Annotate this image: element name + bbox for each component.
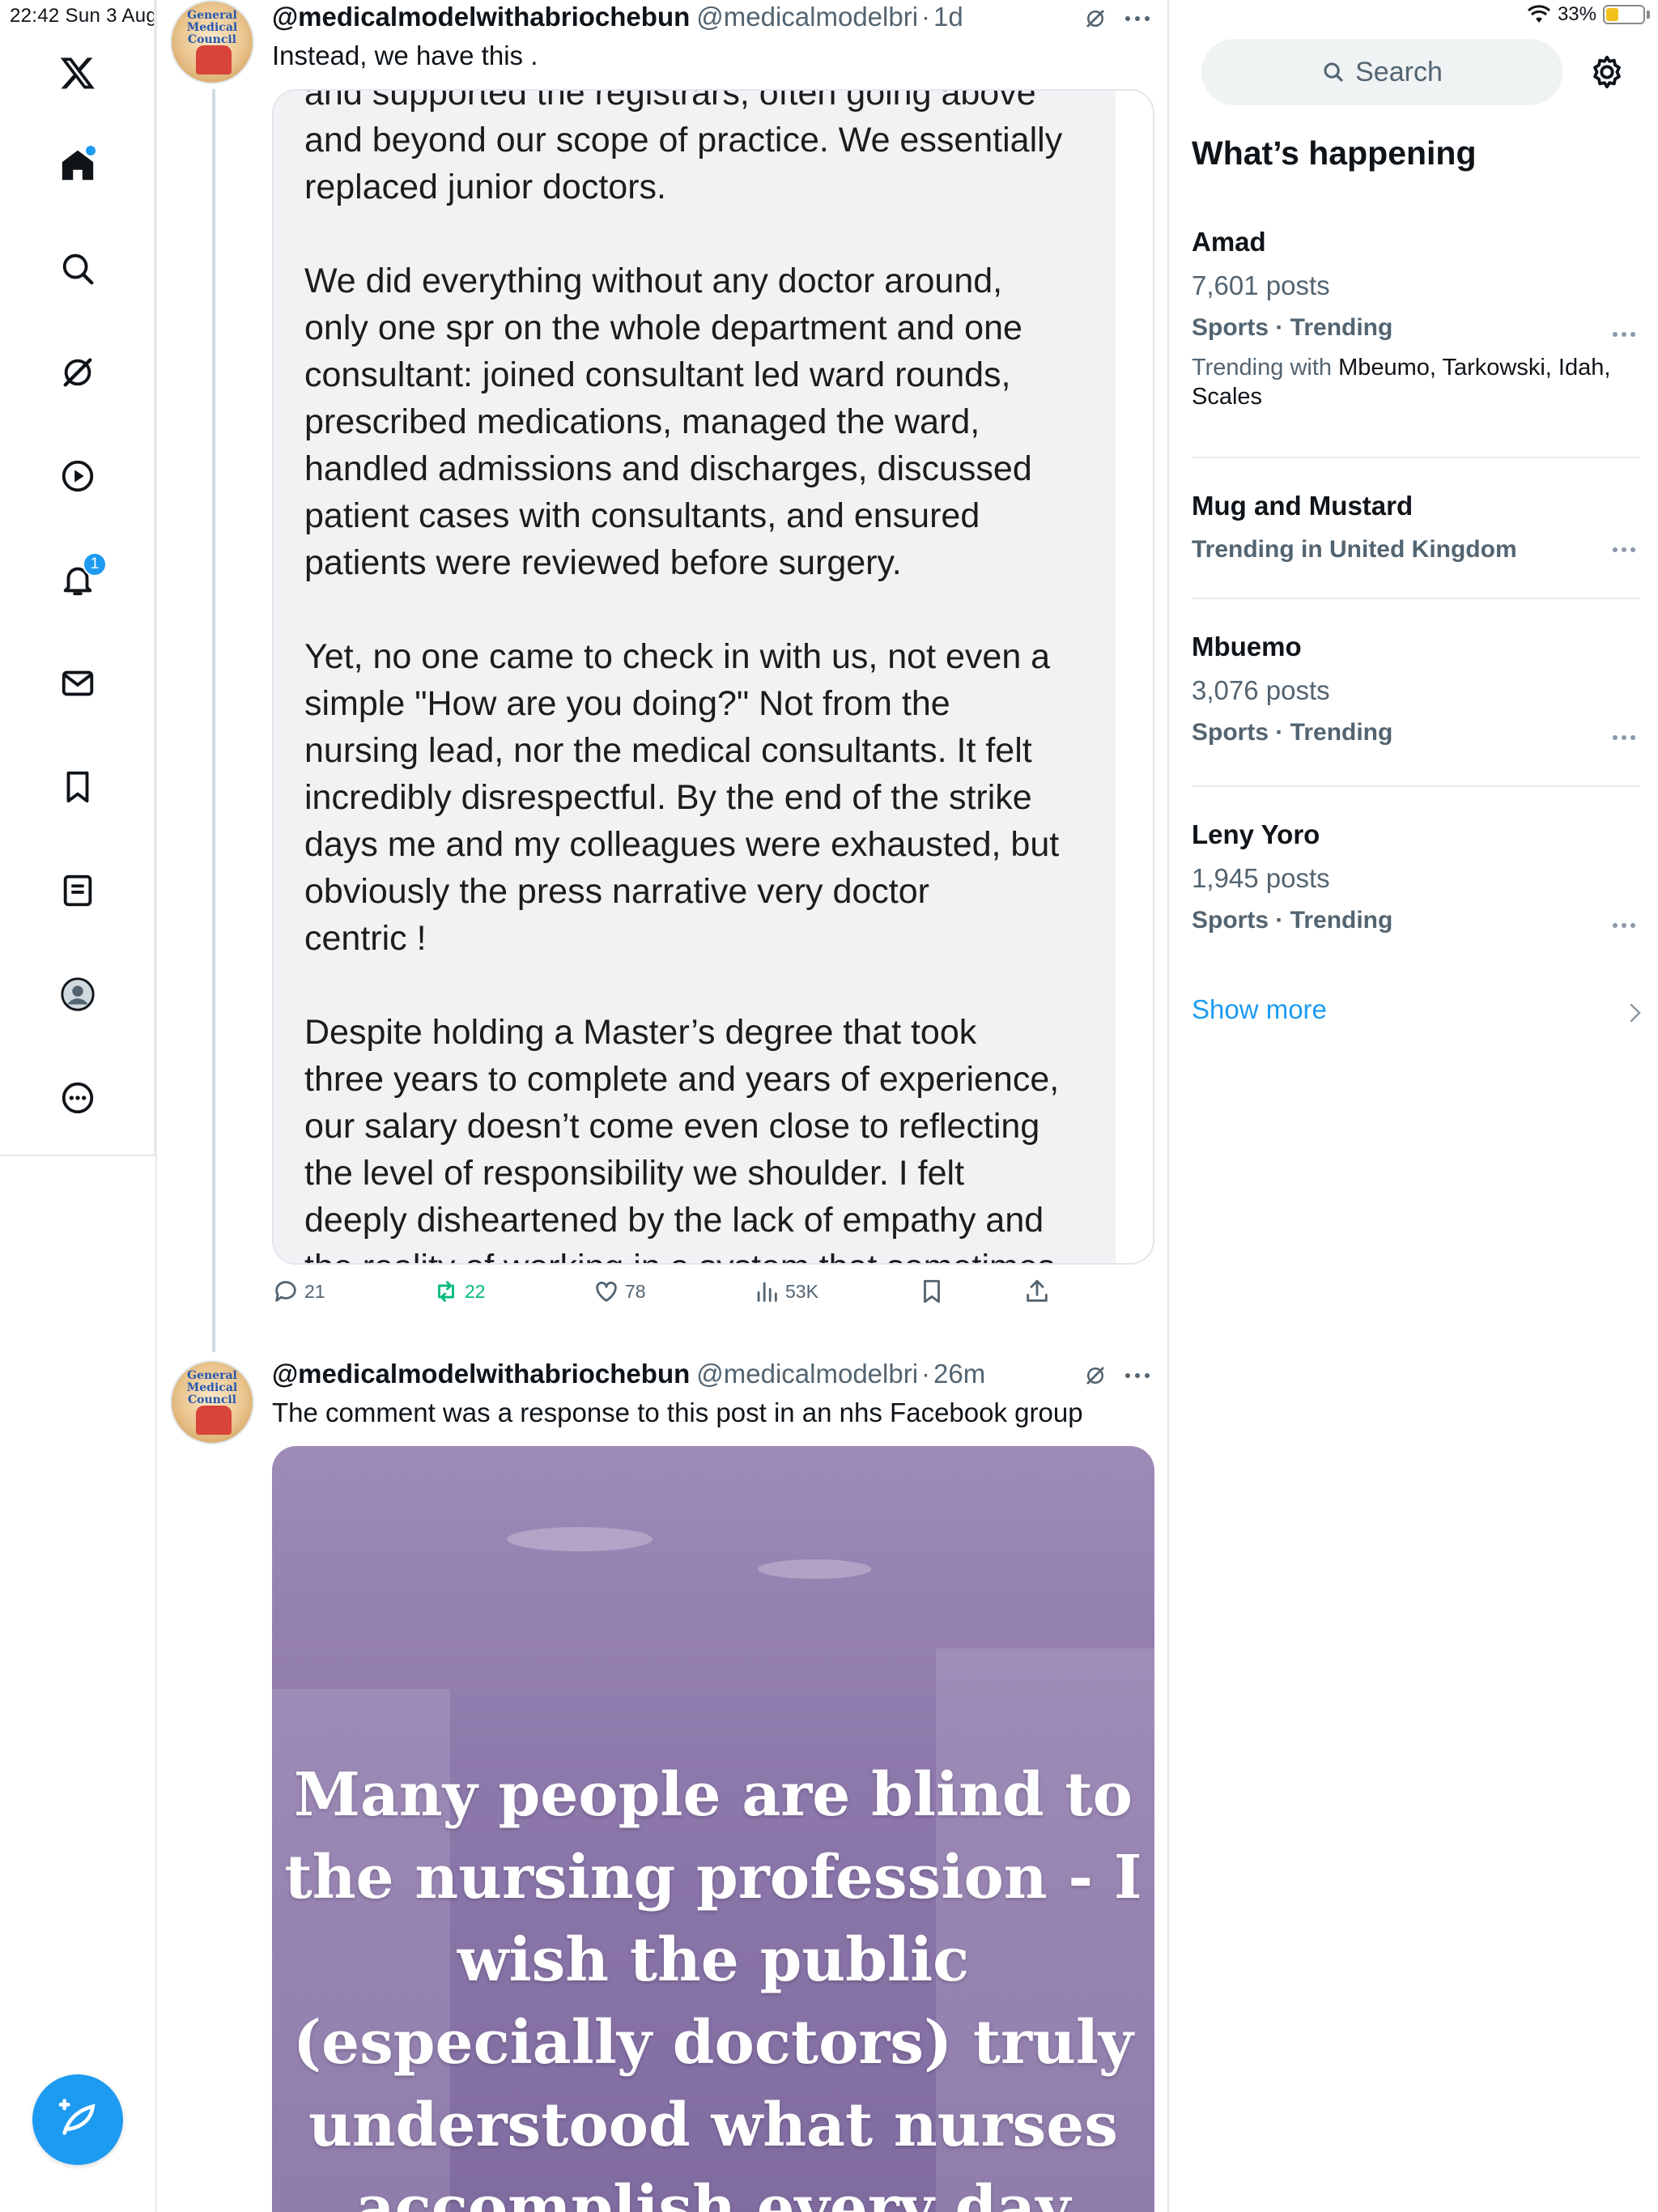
trend-meta: Sports · Trending bbox=[1192, 907, 1393, 934]
grok-icon[interactable] bbox=[1083, 1363, 1107, 1388]
trend-meta: Trending in United Kingdom bbox=[1192, 536, 1517, 563]
timeline-feed: General Medical Council @medicalmodelwit… bbox=[157, 0, 1169, 2212]
trending-with: Trending with Mbeumo, Tarkowski, Idah, S… bbox=[1192, 355, 1611, 410]
lists-icon[interactable] bbox=[53, 866, 102, 915]
like-button[interactable]: 78 bbox=[593, 1278, 646, 1305]
views-chart-icon bbox=[757, 1282, 777, 1302]
trend-name: Mug and Mustard bbox=[1192, 491, 1414, 521]
tweet-top-actions bbox=[1083, 1363, 1151, 1388]
left-nav: 1 bbox=[0, 0, 155, 1156]
bookmarks-icon[interactable] bbox=[53, 763, 102, 811]
tweet-image-text: and supported the registrars, often goin… bbox=[304, 89, 1063, 1263]
more-options-icon[interactable] bbox=[1124, 15, 1151, 23]
reply-count: 21 bbox=[304, 1280, 325, 1302]
notification-badge: 1 bbox=[83, 552, 107, 576]
tweet-header: @medicalmodelwithabriochebun @medicalmod… bbox=[272, 1359, 986, 1389]
more-circle-icon[interactable] bbox=[53, 1074, 102, 1122]
avatar-label: General Medical Council bbox=[186, 1369, 238, 1406]
x-logo-icon[interactable] bbox=[53, 49, 102, 97]
views-count: 53K bbox=[785, 1280, 818, 1302]
trend-item[interactable]: Amad 7,601 posts Sports · Trending Trend… bbox=[1192, 227, 1645, 411]
like-count: 78 bbox=[625, 1280, 646, 1302]
image-quote-text: Many people are blind to the nursing pro… bbox=[284, 1760, 1142, 2212]
trend-more-icon[interactable] bbox=[1613, 735, 1639, 743]
tweet-text: The comment was a response to this post … bbox=[272, 1397, 1083, 1427]
trend-item[interactable]: Mbuemo 3,076 posts Sports · Trending bbox=[1192, 632, 1645, 747]
search-input[interactable]: Search bbox=[1201, 39, 1562, 105]
trend-item[interactable]: Leny Yoro 1,945 posts Sports · Trending bbox=[1192, 819, 1645, 934]
profile-avatar-icon[interactable] bbox=[53, 970, 102, 1019]
trend-posts: 1,945 posts bbox=[1192, 863, 1330, 893]
tweet-actions: 21 22 78 53K bbox=[272, 1278, 1138, 1313]
repost-icon bbox=[438, 1281, 454, 1302]
author-handle[interactable]: @medicalmodelbri bbox=[696, 1359, 918, 1389]
right-sidebar: Search What’s happening Amad 7,601 posts… bbox=[1171, 0, 1658, 2212]
home-unread-dot bbox=[86, 146, 96, 155]
video-play-icon[interactable] bbox=[53, 452, 102, 500]
more-options-icon[interactable] bbox=[1124, 1372, 1151, 1380]
search-icon bbox=[1324, 62, 1343, 82]
repost-button[interactable]: 22 bbox=[432, 1278, 486, 1305]
author-name[interactable]: @medicalmodelwithabriochebun bbox=[272, 1359, 690, 1389]
author-avatar[interactable]: General Medical Council bbox=[170, 0, 254, 84]
tweet-top-actions bbox=[1083, 6, 1151, 31]
author-name[interactable]: @medicalmodelwithabriochebun bbox=[272, 2, 690, 32]
chevron-right-icon bbox=[1630, 1003, 1641, 1023]
trend-name: Mbuemo bbox=[1192, 632, 1302, 661]
notifications-bell-icon[interactable]: 1 bbox=[53, 552, 107, 604]
heart-icon bbox=[596, 1281, 617, 1302]
compose-post-button[interactable] bbox=[32, 2074, 123, 2165]
home-icon[interactable] bbox=[53, 141, 102, 189]
tweet-image[interactable]: and supported the registrars, often goin… bbox=[272, 89, 1154, 1265]
explore-search-icon[interactable] bbox=[53, 245, 102, 293]
trend-more-icon[interactable] bbox=[1613, 547, 1639, 555]
tweet-image[interactable]: Many people are blind to the nursing pro… bbox=[272, 1446, 1154, 2212]
trend-more-icon[interactable] bbox=[1613, 332, 1639, 340]
search-placeholder: Search bbox=[1355, 56, 1443, 87]
reply-button[interactable]: 21 bbox=[272, 1278, 325, 1305]
settings-gear-icon[interactable] bbox=[1588, 53, 1626, 91]
tweet-time[interactable]: 1d bbox=[933, 2, 963, 32]
show-more-link[interactable]: Show more bbox=[1192, 994, 1327, 1025]
reply-icon bbox=[275, 1281, 296, 1302]
trend-posts: 7,601 posts bbox=[1192, 270, 1330, 300]
grok-icon[interactable] bbox=[53, 348, 102, 397]
bookmark-button[interactable] bbox=[918, 1278, 946, 1305]
tweet-header: @medicalmodelwithabriochebun @medicalmod… bbox=[272, 2, 963, 32]
messages-envelope-icon[interactable] bbox=[53, 659, 102, 708]
tweet-text: Instead, we have this . bbox=[272, 40, 538, 70]
trend-name: Amad bbox=[1192, 227, 1266, 257]
whats-happening-title: What’s happening bbox=[1192, 134, 1477, 172]
author-avatar[interactable]: General Medical Council bbox=[170, 1360, 254, 1444]
views-button[interactable]: 53K bbox=[753, 1278, 818, 1305]
compose-feather-icon bbox=[58, 2099, 96, 2135]
author-handle[interactable]: @medicalmodelbri bbox=[696, 2, 918, 32]
trend-meta: Sports · Trending bbox=[1192, 314, 1393, 341]
grok-icon[interactable] bbox=[1083, 6, 1107, 31]
trend-posts: 3,076 posts bbox=[1192, 675, 1330, 705]
trend-more-icon[interactable] bbox=[1613, 923, 1639, 931]
repost-count: 22 bbox=[465, 1280, 486, 1302]
thread-line bbox=[212, 89, 215, 1352]
trend-name: Leny Yoro bbox=[1192, 819, 1320, 849]
avatar-label: General Medical Council bbox=[186, 9, 238, 46]
share-icon bbox=[1027, 1279, 1048, 1302]
bookmark-icon bbox=[924, 1279, 940, 1304]
share-button[interactable] bbox=[1023, 1278, 1051, 1305]
tweet-time[interactable]: 26m bbox=[933, 1359, 985, 1389]
trend-item[interactable]: Mug and Mustard Trending in United Kingd… bbox=[1192, 491, 1645, 564]
trend-meta: Sports · Trending bbox=[1192, 719, 1393, 746]
